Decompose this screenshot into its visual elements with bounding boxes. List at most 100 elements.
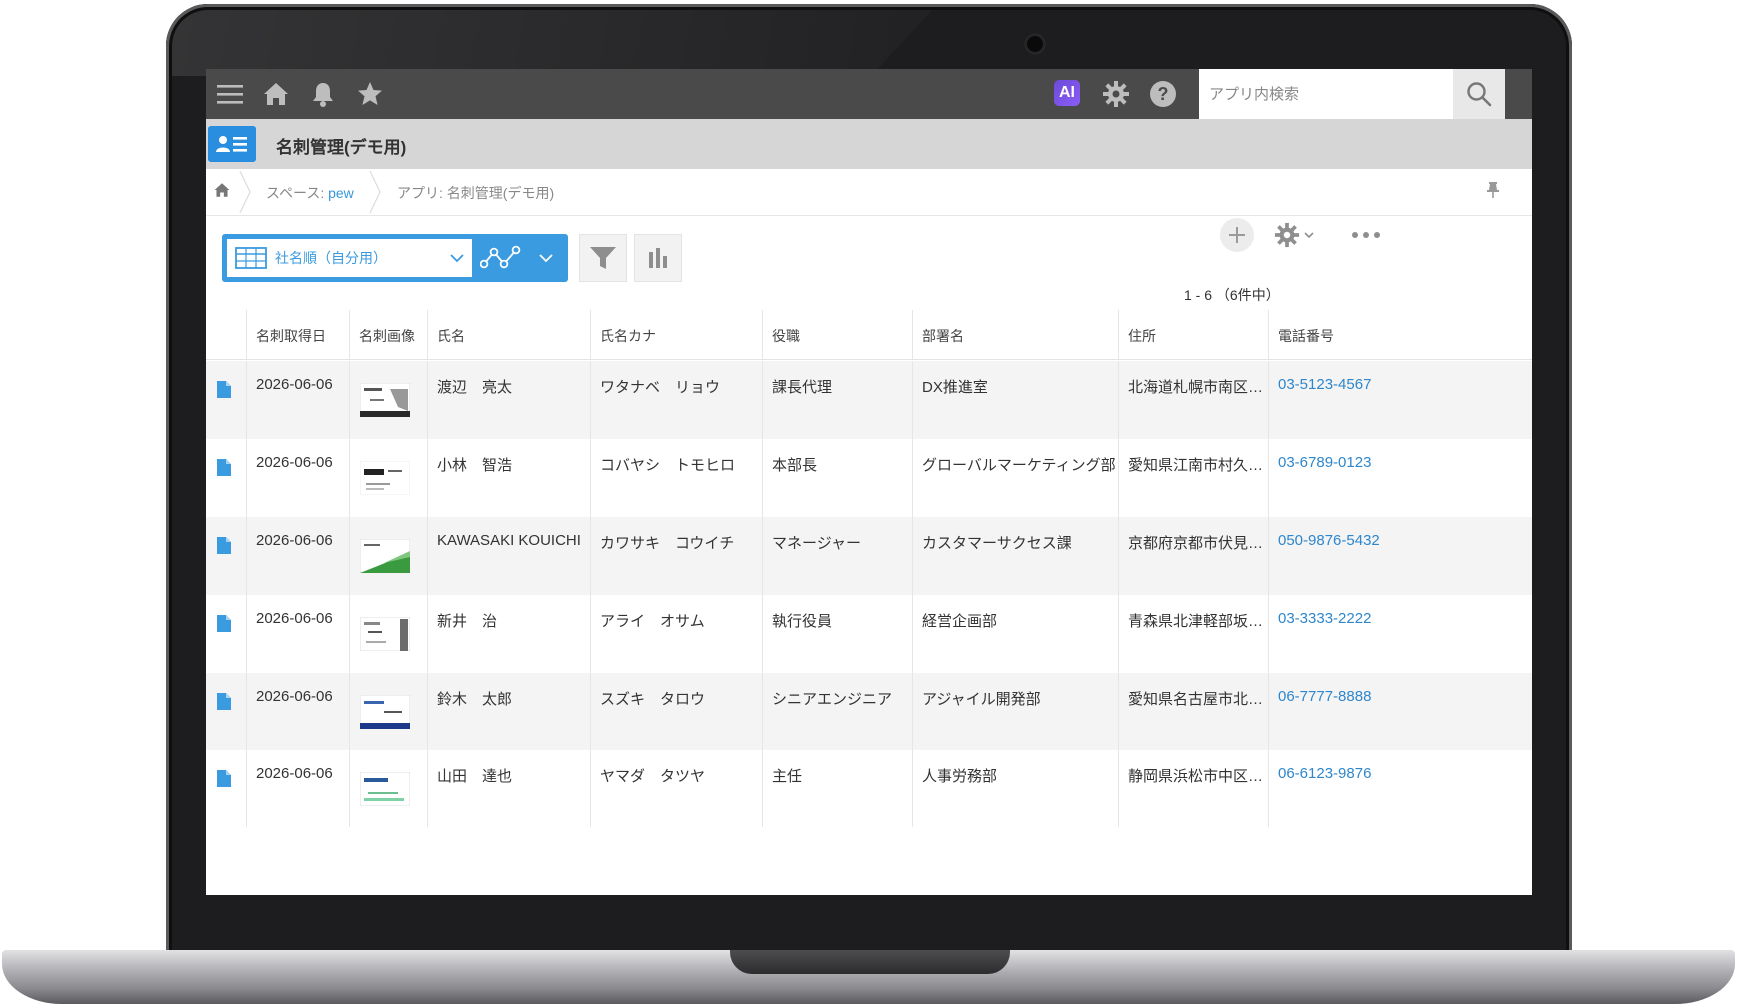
detail-cell[interactable]	[206, 517, 246, 595]
detail-cell[interactable]	[206, 439, 246, 517]
document-icon[interactable]	[217, 615, 231, 632]
address-cell: 京都府京都市伏見…	[1118, 517, 1268, 595]
app-title: 名刺管理(デモ用)	[276, 138, 407, 157]
screen-glare	[172, 10, 932, 76]
breadcrumb: スペース: pew アプリ: 名刺管理(デモ用)	[206, 169, 1532, 216]
graph-button[interactable]	[634, 234, 682, 282]
name-cell: 山田 達也	[427, 750, 590, 827]
kana-cell: アライ オサム	[590, 595, 762, 673]
card-image-cell[interactable]	[349, 673, 427, 750]
header-cell[interactable]: 氏名カナ	[590, 310, 762, 359]
chevron-down-icon	[539, 254, 553, 263]
breadcrumb-separator	[239, 170, 251, 214]
app-search-input[interactable]	[1199, 69, 1453, 119]
date-cell: 2026-06-06	[246, 361, 349, 439]
date-cell: 2026-06-06	[246, 439, 349, 517]
header-cell[interactable]: 電話番号	[1268, 310, 1532, 359]
app-screen: AI ? 名刺管理(デモ用) スペース: pew アプリ: 名刺管理(デモ用)	[206, 69, 1532, 895]
filter-button[interactable]	[579, 234, 627, 282]
detail-cell[interactable]	[206, 361, 246, 439]
document-icon[interactable]	[217, 537, 231, 554]
star-icon[interactable]	[354, 78, 386, 110]
laptop-notch	[730, 950, 1010, 974]
kana-cell: カワサキ コウイチ	[590, 517, 762, 595]
business-card-thumbnail[interactable]	[360, 539, 410, 573]
document-icon[interactable]	[217, 693, 231, 710]
business-card-thumbnail[interactable]	[360, 383, 410, 417]
header-cell[interactable]: 役職	[762, 310, 912, 359]
position-cell: 課長代理	[762, 361, 912, 439]
breadcrumb-space-link[interactable]: pew	[328, 185, 354, 201]
business-card-thumbnail[interactable]	[360, 695, 410, 729]
header-cell[interactable]: 名刺画像	[349, 310, 427, 359]
phone-cell[interactable]: 03-5123-4567	[1268, 361, 1532, 439]
gear-icon	[1274, 222, 1300, 248]
position-cell: シニアエンジニア	[762, 673, 912, 750]
app-settings-button[interactable]	[1274, 218, 1324, 252]
business-card-thumbnail[interactable]	[360, 617, 410, 651]
add-record-button[interactable]	[1220, 218, 1254, 252]
date-cell: 2026-06-06	[246, 595, 349, 673]
header-cell[interactable]: 氏名	[427, 310, 590, 359]
breadcrumb-space-prefix: スペース:	[266, 185, 329, 201]
detail-cell[interactable]	[206, 673, 246, 750]
home-icon[interactable]	[260, 78, 292, 110]
name-cell: 鈴木 太郎	[427, 673, 590, 750]
filter-icon	[590, 247, 616, 269]
menu-icon[interactable]	[214, 78, 246, 110]
document-icon[interactable]	[217, 381, 231, 398]
address-cell: 愛知県江南市村久…	[1118, 439, 1268, 517]
line-graph-icon	[480, 245, 521, 269]
breadcrumb-space[interactable]: スペース: pew	[266, 183, 354, 203]
document-icon[interactable]	[217, 770, 231, 787]
department-cell: アジャイル開発部	[912, 673, 1118, 750]
header-cell[interactable]: 住所	[1118, 310, 1268, 359]
view-selector[interactable]: 社名順（自分用）	[222, 234, 492, 282]
document-icon[interactable]	[217, 459, 231, 476]
business-card-thumbnail[interactable]	[360, 772, 410, 806]
card-image-cell[interactable]	[349, 517, 427, 595]
card-image-cell[interactable]	[349, 361, 427, 439]
card-image-cell[interactable]	[349, 439, 427, 517]
date-cell: 2026-06-06	[246, 750, 349, 827]
help-icon[interactable]: ?	[1147, 78, 1179, 110]
view-name: 社名順（自分用）	[275, 250, 387, 266]
breadcrumb-home-icon[interactable]	[214, 182, 230, 201]
graph-view-button[interactable]	[472, 234, 568, 282]
date-cell: 2026-06-06	[246, 673, 349, 750]
phone-cell[interactable]: 06-7777-8888	[1268, 673, 1532, 750]
table-row[interactable]: 2026-06-06 山田 達也 ヤマダ タツヤ 主任 人事労務部 静岡県浜松市中区… 06…	[206, 750, 1532, 827]
position-cell: 本部長	[762, 439, 912, 517]
phone-cell[interactable]: 03-3333-2222	[1268, 595, 1532, 673]
card-image-cell[interactable]	[349, 750, 427, 827]
plus-icon	[1229, 227, 1245, 243]
table-row[interactable]: 2026-06-06 KAWASAKI KOUICHI カワサキ コウイチ マネージャ…	[206, 517, 1532, 595]
more-options-button[interactable]	[1346, 218, 1386, 252]
pin-icon[interactable]	[1486, 181, 1500, 202]
header-cell[interactable]: 部署名	[912, 310, 1118, 359]
card-image-cell[interactable]	[349, 595, 427, 673]
detail-cell[interactable]	[206, 750, 246, 827]
table-row[interactable]: 2026-06-06 小林 智浩 コバヤシ トモヒロ 本部長 グローバルマーケティング部…	[206, 439, 1532, 517]
search-button[interactable]	[1453, 69, 1505, 119]
phone-cell[interactable]: 06-6123-9876	[1268, 750, 1532, 827]
table-row[interactable]: 2026-06-06 鈴木 太郎 スズキ タロウ シニアエンジニア アジャイル開発部 愛知…	[206, 673, 1532, 750]
department-cell: 人事労務部	[912, 750, 1118, 827]
ai-assistant-button[interactable]: AI	[1054, 80, 1080, 106]
position-cell: マネージャー	[762, 517, 912, 595]
phone-cell[interactable]: 03-6789-0123	[1268, 439, 1532, 517]
gear-icon[interactable]	[1100, 78, 1132, 110]
business-card-thumbnail[interactable]	[360, 461, 410, 495]
detail-cell[interactable]	[206, 595, 246, 673]
view-selector-inner: 社名順（自分用）	[227, 239, 473, 277]
table-row[interactable]: 2026-06-06 新井 治アライ オサム 執行役員 経営企画部 青森県北津軽部坂… 0…	[206, 595, 1532, 673]
department-cell: DX推進室	[912, 361, 1118, 439]
more-icon	[1352, 232, 1380, 238]
chevron-down-icon	[450, 254, 464, 263]
phone-cell[interactable]: 050-9876-5432	[1268, 517, 1532, 595]
bell-icon[interactable]	[307, 78, 339, 110]
header-cell[interactable]: 名刺取得日	[246, 310, 349, 359]
name-cell: 渡辺 亮太	[427, 361, 590, 439]
camera-icon	[1024, 33, 1046, 55]
table-row[interactable]: 2026-06-06 渡辺 亮太 ワタナベ リョウ 課長代理 DX推進室 北海道札幌市南区…	[206, 361, 1532, 439]
